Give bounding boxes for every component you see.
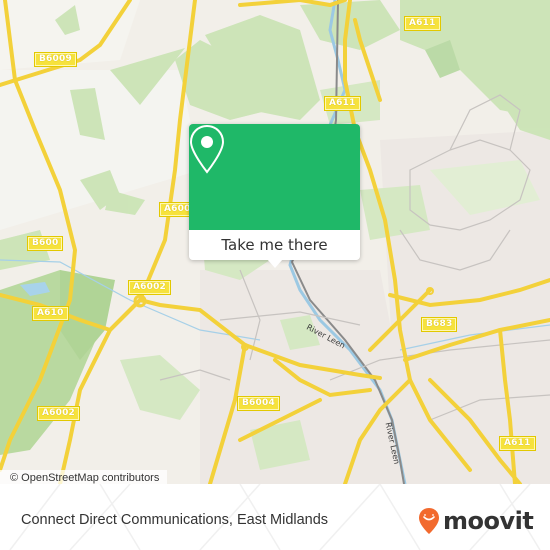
- road-label-a611: A611: [324, 96, 361, 111]
- road-label-a6002: A6002: [36, 406, 81, 421]
- popup-header[interactable]: [189, 124, 360, 230]
- destination-popup[interactable]: Take me there: [189, 124, 360, 268]
- road-label-a610: A610: [32, 306, 69, 321]
- moovit-logo[interactable]: moovit: [418, 503, 534, 539]
- road-label-b6009: B6009: [34, 52, 77, 67]
- moovit-wordmark: moovit: [443, 507, 534, 535]
- road-label-a6002: A6002: [127, 280, 172, 295]
- road-label-b6004: B6004: [237, 396, 280, 411]
- map-view[interactable]: A611 B6009 A611 A600 B600 A6002 A610 B68…: [0, 0, 550, 484]
- map-pin-icon: [189, 124, 225, 174]
- road-label-b600: B600: [26, 236, 64, 251]
- take-me-there-button[interactable]: Take me there: [189, 230, 360, 260]
- moovit-pin-smile-icon: [419, 508, 439, 534]
- road-label-a611: A611: [404, 16, 441, 31]
- road-label-b683: B683: [420, 317, 458, 332]
- take-me-there-label: Take me there: [221, 236, 328, 254]
- popup-pointer: [267, 259, 283, 268]
- road-label-a611: A611: [499, 436, 536, 451]
- map-attribution[interactable]: © OpenStreetMap contributors: [0, 470, 168, 484]
- place-title: Connect Direct Communications, East Midl…: [21, 512, 329, 528]
